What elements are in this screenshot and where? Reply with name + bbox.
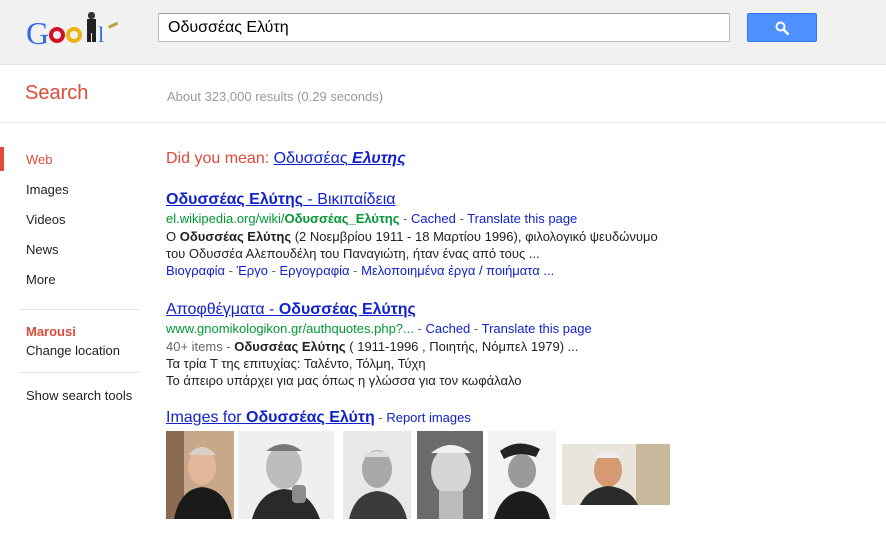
search-label: Search: [25, 82, 89, 104]
result-stats: About 323,000 results (0.29 seconds): [167, 89, 384, 104]
result-url-bold: Οδυσσέας_Ελύτης: [284, 211, 400, 226]
images-for-link[interactable]: Images for Οδυσσέας Ελύτη: [166, 409, 375, 426]
did-you-mean-suggestion[interactable]: Οδυσσέας Ελυτης: [274, 150, 406, 167]
search-result: Οδυσσέας Ελύτης - Βικιπαίδεια el.wikiped…: [166, 190, 766, 280]
sitelinks: Βιογραφία - Έργο - Εργογραφία - Μελοποιη…: [166, 263, 555, 278]
did-you-mean-label: Did you mean:: [166, 150, 270, 167]
result-url-pre: el.wikipedia.org/wiki/: [166, 211, 285, 226]
suggestion-emph: Ελυτης: [352, 150, 406, 167]
sitelink[interactable]: Μελοποιημένα έργα / ποιήματα ...: [361, 263, 554, 278]
cached-link[interactable]: Cached: [411, 211, 456, 226]
sitelink[interactable]: Εργογραφία: [280, 263, 350, 278]
translate-link[interactable]: Translate this page: [467, 211, 577, 226]
image-thumbnail[interactable]: [166, 431, 234, 519]
top-bar: G l Οδυσσέας Ελύτη: [0, 0, 886, 65]
result-meta: 40+ items - Οδυσσέας Ελύτης ( 1911-1996 …: [166, 339, 579, 354]
image-thumbnail[interactable]: [488, 431, 556, 519]
result-url: el.wikipedia.org/wiki/Οδυσσέας_Ελύτης: [166, 211, 399, 226]
image-thumbnail[interactable]: [343, 431, 411, 519]
image-thumbnail[interactable]: [417, 431, 483, 519]
nav-item-web[interactable]: Web: [26, 152, 53, 167]
snippet-pre: Ο: [166, 229, 180, 244]
divider: [0, 122, 886, 123]
nav-divider: [20, 309, 139, 310]
images-header: Images for Οδυσσέας Ελύτη - Report image…: [166, 409, 471, 426]
snippet-bold: Οδυσσέας Ελύτης: [179, 229, 292, 244]
result-list-line: Το άπειρο υπάρχει για μας όπως η γλώσσα …: [166, 373, 522, 388]
nav-item-news[interactable]: News: [26, 242, 59, 257]
search-tools-link[interactable]: Show search tools: [26, 388, 132, 403]
result-url-line: el.wikipedia.org/wiki/Οδυσσέας_Ελύτης - …: [166, 211, 578, 226]
result-title-link[interactable]: Οδυσσέας Ελύτης - Βικιπαίδεια: [166, 190, 766, 210]
result-snippet: Ο Οδυσσέας Ελύτης (2 Νοεμβρίου 1911 - 18…: [166, 228, 766, 245]
report-images-link[interactable]: Report images: [386, 410, 471, 425]
svg-text:G: G: [26, 15, 49, 51]
nav-active-indicator: [0, 147, 4, 171]
suggestion-plain: Οδυσσέας: [273, 150, 348, 167]
image-thumbnail[interactable]: [238, 431, 334, 519]
result-list-line: Τα τρία Τ της επιτυχίας: Ταλέντο, Τόλμη,…: [166, 356, 426, 371]
nav-item-more[interactable]: More: [26, 272, 56, 287]
result-title-link[interactable]: Αποφθέγματα - Οδυσσέας Ελύτης: [166, 300, 766, 320]
images-prefix: Images for: [166, 409, 247, 426]
images-bold: Οδυσσέας Ελύτη: [246, 409, 375, 426]
nav-item-videos[interactable]: Videos: [26, 212, 66, 227]
result-snippet-line2: του Οδυσσέα Αλεπουδέλη του Παναγιώτη, ήτ…: [166, 246, 540, 261]
result-title-bold: Οδυσσέας Ελύτης: [166, 191, 304, 208]
meta-bold: Οδυσσέας Ελύτης: [234, 339, 346, 354]
meta-rest: ( 1911-1996 , Ποιητής, Νόμπελ 1979) ...: [345, 339, 579, 354]
sitelink[interactable]: Βιογραφία: [166, 263, 225, 278]
sitelink[interactable]: Έργο: [237, 263, 268, 278]
result-url-line: www.gnomikologikon.gr/authquotes.php?...…: [166, 321, 592, 336]
svg-text:l: l: [98, 22, 104, 47]
search-input[interactable]: Οδυσσέας Ελύτη: [158, 13, 730, 42]
result-title-pre: Αποφθέγματα -: [166, 301, 279, 318]
snippet-rest: (2 Νοεμβρίου 1911 - 18 Μαρτίου 1996), φι…: [291, 229, 658, 244]
search-button[interactable]: [747, 13, 817, 42]
nav-divider: [20, 372, 139, 373]
translate-link[interactable]: Translate this page: [482, 321, 592, 336]
search-result: Αποφθέγματα - Οδυσσέας Ελύτης www.gnomik…: [166, 300, 766, 389]
result-url: www.gnomikologikon.gr/authquotes.php?...: [166, 321, 414, 336]
image-thumbnail[interactable]: [562, 444, 670, 505]
google-doodle-logo[interactable]: G l: [26, 8, 126, 52]
result-title-rest: - Βικιπαίδεια: [303, 191, 396, 208]
location-name: Marousi: [26, 324, 76, 339]
meta-count: 40+ items: [166, 339, 223, 354]
nav-item-images[interactable]: Images: [26, 182, 69, 197]
result-title-bold: Οδυσσέας Ελύτης: [278, 301, 416, 318]
change-location-link[interactable]: Change location: [26, 343, 120, 358]
did-you-mean: Did you mean: Οδυσσέας Ελυτης: [166, 150, 406, 168]
search-icon: [775, 21, 789, 35]
cached-link[interactable]: Cached: [425, 321, 470, 336]
